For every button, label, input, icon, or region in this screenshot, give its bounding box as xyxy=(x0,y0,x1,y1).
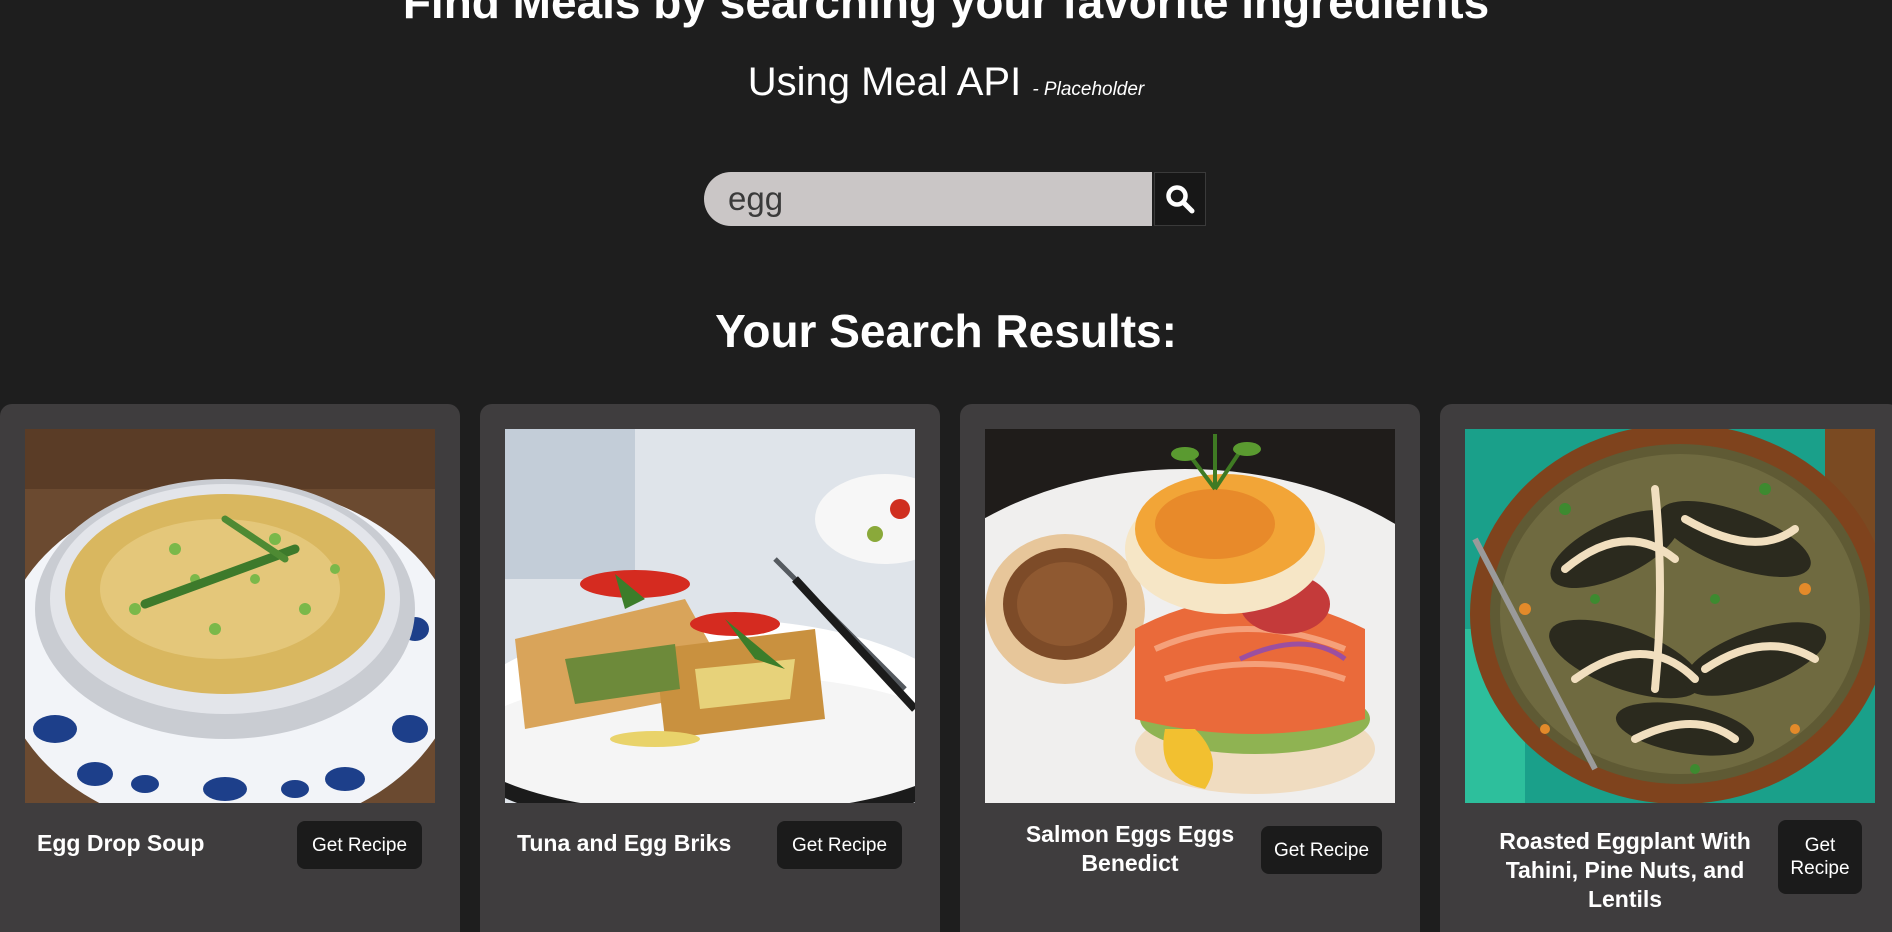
page-subtitle: Using Meal API - Placeholder xyxy=(0,60,1892,105)
meal-image[interactable] xyxy=(25,429,435,803)
search-icon xyxy=(1166,185,1195,214)
meal-card: Tuna and Egg Briks Get Recipe xyxy=(480,404,940,932)
meal-card: Salmon Eggs Eggs Benedict Get Recipe xyxy=(960,404,1420,932)
meal-card: Roasted Eggplant With Tahini, Pine Nuts,… xyxy=(1440,404,1892,932)
results-heading: Your Search Results: xyxy=(715,305,1177,357)
get-recipe-button[interactable]: Get Recipe xyxy=(777,821,902,869)
search-input[interactable] xyxy=(704,172,1152,226)
get-recipe-button[interactable]: Get Recipe xyxy=(1261,826,1382,874)
get-recipe-button[interactable]: Get Recipe xyxy=(1778,820,1862,894)
meal-image[interactable] xyxy=(1465,429,1875,803)
page-title: Find Meals by searching your favorite in… xyxy=(402,0,1490,28)
meal-image[interactable] xyxy=(985,429,1395,803)
search-form xyxy=(704,172,1206,226)
meal-name: Salmon Eggs Eggs Benedict xyxy=(1025,821,1235,876)
page: Find Meals by searching your favorite in… xyxy=(0,0,1892,932)
meal-name: Egg Drop Soup xyxy=(37,830,205,856)
meal-card: Egg Drop Soup Get Recipe xyxy=(0,404,460,932)
subtitle-note: - Placeholder xyxy=(1032,79,1145,100)
meal-image[interactable] xyxy=(505,429,915,803)
get-recipe-button[interactable]: Get Recipe xyxy=(297,821,422,869)
meal-name: Roasted Eggplant With Tahini, Pine Nuts,… xyxy=(1499,828,1751,912)
meal-name: Tuna and Egg Briks xyxy=(517,830,732,856)
search-button[interactable] xyxy=(1154,172,1206,226)
subtitle-text: Using Meal API xyxy=(747,60,1022,104)
